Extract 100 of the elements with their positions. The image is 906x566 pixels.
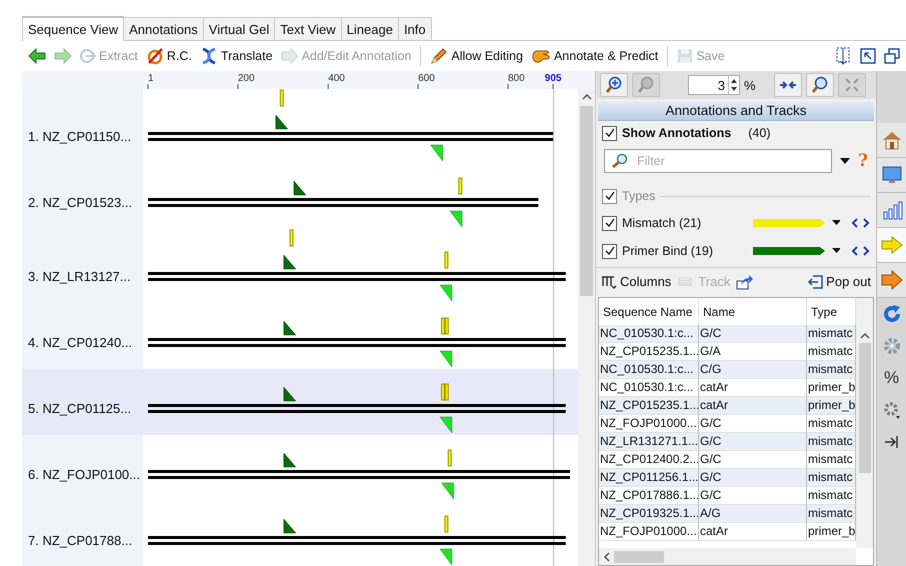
ruler-label: 1 bbox=[148, 73, 154, 84]
panel-title: Annotations and Tracks bbox=[598, 101, 874, 121]
helix-icon bbox=[200, 47, 218, 65]
table-cell: NZ_FOJP01000... bbox=[599, 523, 699, 541]
table-cell: mismatc bbox=[807, 361, 856, 379]
table-cell: G/C bbox=[699, 469, 807, 487]
sequence-name: 7. NZ_CP01788... bbox=[28, 533, 132, 548]
translate-button[interactable]: Translate bbox=[196, 44, 277, 68]
sequence-row[interactable]: 3. NZ_LR13127... bbox=[22, 229, 578, 303]
reverse-complement-button[interactable]: R.C. bbox=[142, 44, 196, 68]
ruler-label: 800 bbox=[508, 73, 525, 84]
table-cell: A/G bbox=[699, 505, 807, 523]
track-color-bar[interactable] bbox=[752, 218, 825, 228]
horizontal-scrollbar[interactable] bbox=[599, 548, 856, 565]
sequence-name: 4. NZ_CP01240... bbox=[28, 335, 132, 350]
table-cell: G/C bbox=[699, 325, 807, 343]
sequence-row[interactable]: 1. NZ_CP01150... bbox=[22, 89, 578, 163]
sequence-row[interactable]: 6. NZ_FOJP0100... bbox=[22, 435, 578, 501]
zoom-in-icon bbox=[605, 76, 623, 94]
crossed-circle-icon bbox=[146, 47, 164, 65]
zoom-out-icon bbox=[637, 76, 655, 94]
sequence-name: 2. NZ_CP01523... bbox=[28, 195, 132, 210]
annotate-predict-button[interactable]: Annotate & Predict bbox=[526, 44, 662, 68]
arrow-tab[interactable] bbox=[877, 228, 906, 263]
table-cell: primer_b bbox=[807, 397, 856, 415]
split-view-icon bbox=[836, 47, 852, 65]
pencil-icon bbox=[430, 47, 448, 65]
table-cell: mismatc bbox=[807, 325, 856, 343]
table-cell: NZ_CP019325.1... bbox=[599, 505, 699, 523]
table-cell: NZ_CP015235.1... bbox=[599, 397, 699, 415]
percent-tab[interactable]: % bbox=[877, 362, 906, 394]
columns-icon bbox=[601, 274, 617, 288]
home-tab[interactable] bbox=[877, 123, 906, 158]
table-cell: NZ_CP011256.1... bbox=[599, 469, 699, 487]
vertical-scrollbar[interactable] bbox=[856, 298, 873, 548]
arrow-right-icon bbox=[54, 48, 72, 64]
show-annotations-label: Show Annotations bbox=[622, 126, 732, 140]
sequence-name: 1. NZ_CP01150... bbox=[28, 129, 132, 144]
scroll-thumb[interactable] bbox=[614, 550, 664, 562]
view-tab[interactable]: Sequence View bbox=[22, 16, 124, 41]
ruler-label: 400 bbox=[328, 73, 345, 84]
arrow-right-icon bbox=[880, 236, 902, 254]
tag-arrow-icon bbox=[280, 48, 299, 64]
types-label: Types bbox=[622, 189, 656, 203]
percent-label: % bbox=[744, 78, 756, 92]
sequence-row[interactable]: 2. NZ_CP01523... bbox=[22, 163, 578, 229]
previous-icon[interactable] bbox=[851, 218, 858, 228]
chart-tab[interactable] bbox=[877, 193, 906, 228]
next-icon[interactable] bbox=[863, 218, 870, 228]
search-icon bbox=[611, 153, 629, 169]
refresh-icon bbox=[882, 304, 902, 324]
table-cell: G/C bbox=[699, 433, 807, 451]
expand-arrows-icon bbox=[844, 77, 860, 93]
gear-icon bbox=[882, 400, 902, 420]
ruler-label: 200 bbox=[238, 73, 255, 84]
annotation-count: (40) bbox=[748, 126, 770, 140]
scroll-up-icon[interactable] bbox=[582, 93, 592, 100]
sequence-row[interactable]: 7. NZ_CP01788... bbox=[22, 501, 578, 566]
checkbox[interactable] bbox=[602, 216, 617, 230]
sequence-name: 3. NZ_LR13127... bbox=[28, 269, 131, 284]
table-cell: catAr bbox=[699, 397, 807, 415]
checkbox[interactable] bbox=[602, 244, 617, 258]
table-cell: catAr bbox=[699, 523, 807, 541]
zoom-field[interactable]: 3 bbox=[688, 75, 740, 95]
table-cell: NC_010530.1:c... bbox=[599, 361, 699, 379]
table-cell: C/G bbox=[699, 361, 807, 379]
fit-button[interactable] bbox=[774, 73, 802, 97]
next-icon[interactable] bbox=[863, 246, 870, 256]
view-tab[interactable]: Lineage bbox=[340, 17, 399, 40]
allow-editing-button[interactable]: Allow Editing bbox=[426, 44, 527, 68]
view-tab[interactable]: Virtual Gel bbox=[202, 17, 276, 40]
table-cell: mismatc bbox=[807, 505, 856, 523]
track-label: Primer Bind (19) bbox=[622, 244, 714, 258]
table-cell: mismatc bbox=[807, 433, 856, 451]
view-tab[interactable]: Info bbox=[398, 17, 432, 40]
ruler-label: 600 bbox=[418, 73, 435, 84]
checkbox[interactable] bbox=[602, 126, 617, 140]
pop-out-icon bbox=[807, 274, 824, 288]
track-color-bar[interactable] bbox=[752, 246, 825, 256]
previous-icon[interactable] bbox=[851, 246, 858, 256]
sequence-name: 5. NZ_CP01125... bbox=[28, 401, 132, 416]
monitor-icon bbox=[880, 164, 902, 186]
scroll-up-icon[interactable] bbox=[860, 332, 870, 339]
gear-icon bbox=[882, 336, 902, 356]
zoom-in-button[interactable] bbox=[600, 73, 628, 97]
checkbox[interactable] bbox=[602, 188, 617, 204]
arrow-right-icon bbox=[880, 270, 902, 290]
scroll-left-icon[interactable] bbox=[603, 552, 610, 562]
columns-button[interactable]: Columns bbox=[598, 272, 674, 291]
view-tab[interactable]: Annotations bbox=[123, 17, 204, 40]
display-tab[interactable] bbox=[877, 158, 906, 193]
dropdown-arrow-icon[interactable] bbox=[840, 158, 850, 164]
pop-out-button[interactable]: Pop out bbox=[804, 272, 874, 291]
dropdown-arrow-icon[interactable] bbox=[832, 220, 840, 226]
sequence-row[interactable]: 4. NZ_CP01240... bbox=[22, 303, 578, 369]
track-label: Mismatch (21) bbox=[622, 216, 702, 230]
sequence-row[interactable]: 5. NZ_CP01125... bbox=[22, 369, 578, 435]
scrollbar[interactable] bbox=[578, 89, 595, 566]
view-tab[interactable]: Text View bbox=[274, 17, 342, 40]
dropdown-arrow-icon[interactable] bbox=[832, 248, 840, 254]
